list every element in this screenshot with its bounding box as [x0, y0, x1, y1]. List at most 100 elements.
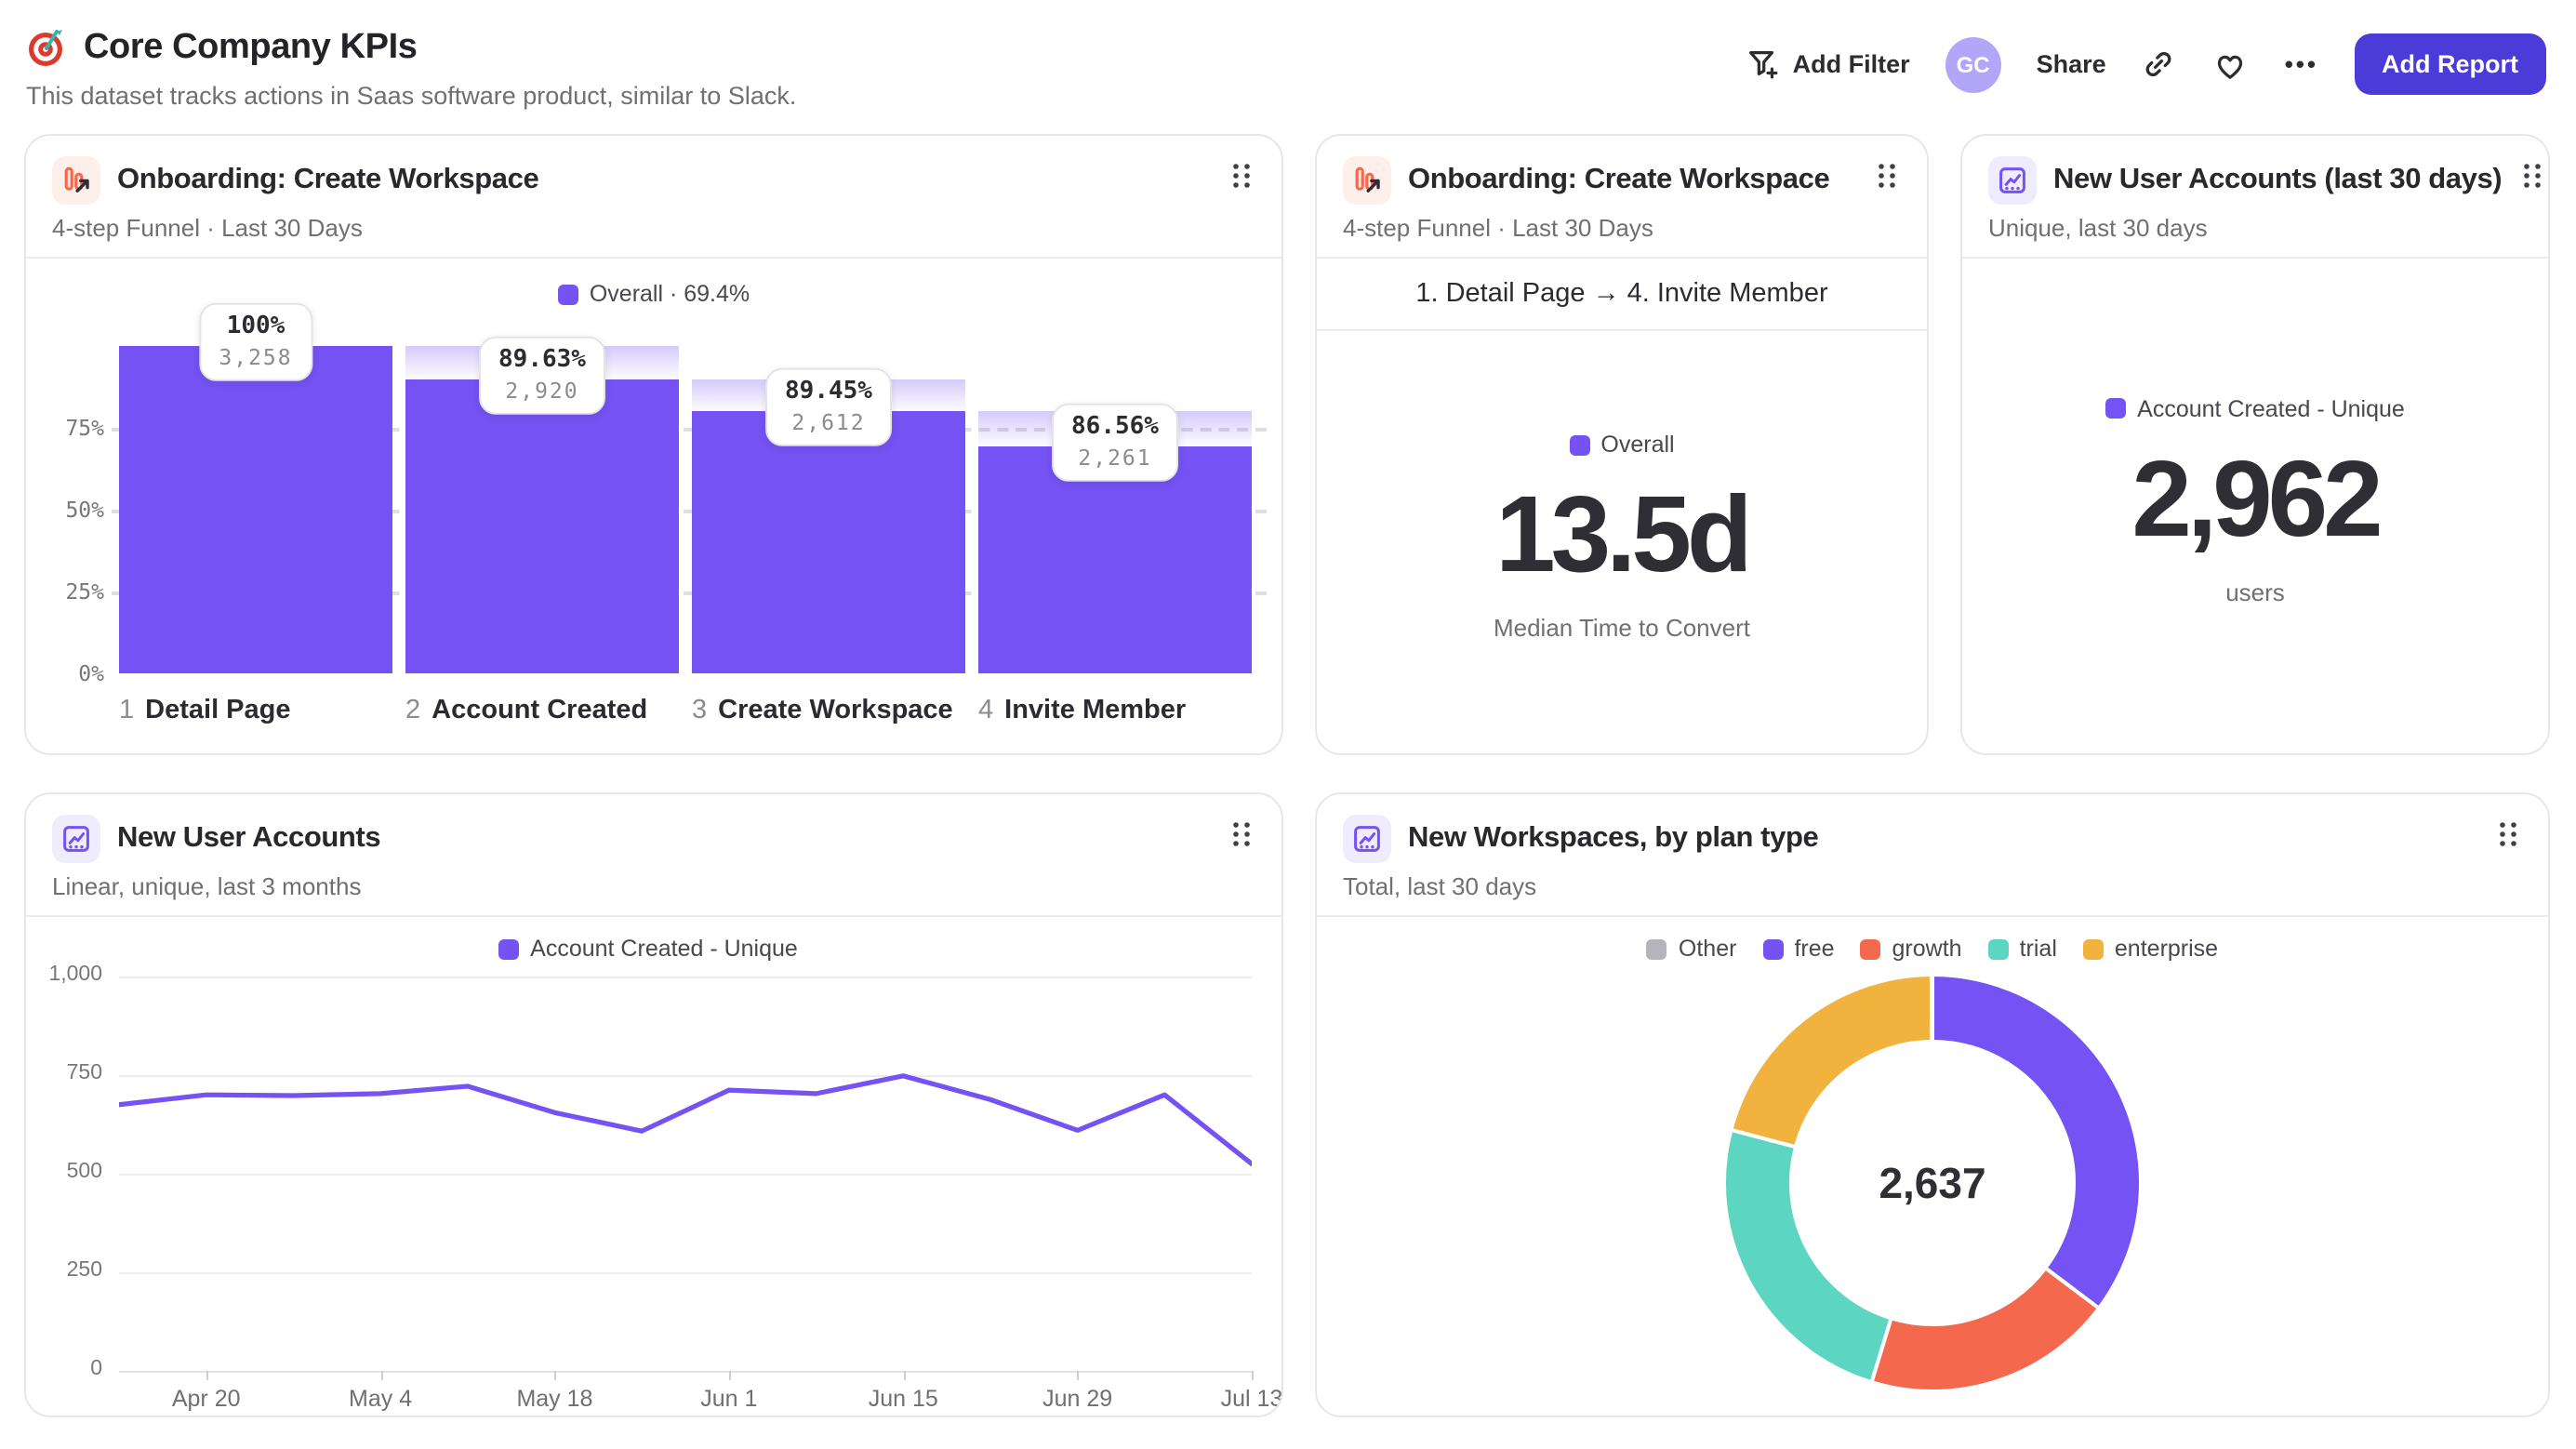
- card-head: New User Accounts Linear, unique, last 3…: [26, 794, 1281, 915]
- avatar[interactable]: GC: [1945, 36, 2001, 92]
- funnel-count: 3,258: [219, 343, 293, 370]
- filter-plus-icon: [1745, 47, 1780, 82]
- line-series[interactable]: [119, 977, 1252, 1371]
- legend-item-trial[interactable]: trial: [1987, 936, 2057, 962]
- line-chart-body: Account Created - Unique 1,000 750 500 250 0…: [26, 917, 1281, 1416]
- drag-handle-icon[interactable]: [1228, 158, 1255, 203]
- copy-link-button[interactable]: [2142, 47, 2177, 82]
- line-legend: Account Created - Unique: [45, 936, 1252, 962]
- report-board: Onboarding: Create Workspace 4-step Funn…: [0, 134, 2576, 1417]
- card-funnel: Onboarding: Create Workspace 4-step Funn…: [24, 134, 1283, 755]
- funnel-conversion-pct: 89.45%: [785, 377, 872, 405]
- legend-item-overall[interactable]: Overall: [1569, 432, 1675, 458]
- legend-item-growth[interactable]: growth: [1860, 936, 1962, 962]
- insights-chart-icon: [1343, 815, 1391, 863]
- metric-body: Account Created - Unique 2,962 users: [1962, 259, 2548, 753]
- card-title: New Workspaces, by plan type: [1408, 822, 1819, 854]
- funnel-step-number: 1: [119, 696, 135, 725]
- funnel-step-label: 4 Invite Member: [978, 696, 1252, 725]
- donut-legend: Other free growth trial enterprise: [1646, 936, 2219, 962]
- funnel-step-column[interactable]: 89.45% 2,612: [692, 346, 965, 673]
- legend-swatch: [1860, 938, 1881, 959]
- card-workspaces-plan: New Workspaces, by plan type Total, last…: [1315, 792, 2550, 1417]
- legend-label: growth: [1892, 936, 1962, 962]
- funnel-y-tick-label: 50%: [65, 497, 104, 523]
- funnel-step-name: Invite Member: [1004, 696, 1187, 725]
- metric-body: Overall 13.5d Median Time to Convert: [1317, 331, 1927, 753]
- donut-slice-free[interactable]: [1931, 973, 2143, 1310]
- card-title: New User Accounts (last 30 days): [2053, 164, 2503, 195]
- app-root: Core Company KPIs This dataset tracks ac…: [0, 0, 2576, 1449]
- line-x-tick-label: Jun 29: [1042, 1386, 1113, 1412]
- card-head: New User Accounts (last 30 days) Unique,…: [1962, 136, 2548, 257]
- donut-slice-enterprise[interactable]: [1729, 973, 1934, 1150]
- donut-slice-trial[interactable]: [1722, 1127, 1893, 1385]
- line-x-tick-label: Jun 1: [700, 1386, 758, 1412]
- funnel-value-label: 100% 3,258: [198, 302, 313, 381]
- line-x-axis: Apr 20 May 4 May 18 Jun 1 Jun 15 Jun 29 Jul 13: [119, 1386, 1281, 1416]
- funnel-conversion-pct: 100%: [226, 312, 285, 340]
- drag-handle-icon[interactable]: [1228, 817, 1255, 861]
- legend-item-overall[interactable]: Overall · 69.4%: [557, 281, 750, 307]
- card-title: New User Accounts: [117, 822, 381, 854]
- legend-item-account-created[interactable]: Account Created - Unique: [2105, 395, 2405, 421]
- card-subtitle: Total, last 30 days: [1343, 872, 1537, 900]
- legend-item-account-created[interactable]: Account Created - Unique: [498, 936, 798, 962]
- drag-handle-icon[interactable]: [2494, 817, 2522, 861]
- line-axis-tick: [903, 1371, 906, 1380]
- card-subtitle: Linear, unique, last 3 months: [52, 872, 362, 900]
- metric-value: 13.5d: [1495, 474, 1753, 595]
- drag-handle-icon[interactable]: [1873, 158, 1901, 203]
- add-report-button[interactable]: Add Report: [2354, 33, 2546, 95]
- funnel-value-label: 86.56% 2,261: [1051, 403, 1179, 482]
- funnel-step-column[interactable]: 89.63% 2,920: [405, 337, 679, 673]
- funnel-chart[interactable]: 75% 50% 25% 0% 100% 3,258 89.63% 2,920 89.45% 2,…: [56, 302, 1267, 686]
- donut-slice-growth[interactable]: [1869, 1266, 2101, 1393]
- target-icon: [26, 28, 67, 69]
- page-header: Core Company KPIs This dataset tracks ac…: [0, 0, 2576, 110]
- legend-item-free[interactable]: free: [1762, 936, 1835, 962]
- line-y-axis: 1,000 750 500 250 0: [45, 964, 119, 1380]
- funnel-count: 2,612: [791, 408, 866, 435]
- funnel-y-tick-label: 0%: [78, 660, 104, 686]
- insights-chart-icon: [1988, 156, 2037, 205]
- legend-item-enterprise[interactable]: enterprise: [2082, 936, 2219, 962]
- funnel-xlabels: 1 Detail Page 2 Account Created 3 Create Work…: [119, 696, 1252, 725]
- legend-label: enterprise: [2114, 936, 2219, 962]
- donut-chart[interactable]: 2,637: [1717, 967, 2148, 1399]
- legend-item-other[interactable]: Other: [1646, 936, 1736, 962]
- line-x-tick-label: May 4: [349, 1386, 413, 1412]
- funnel-bar[interactable]: [405, 379, 679, 673]
- funnel-bar[interactable]: [119, 346, 392, 673]
- card-head: New Workspaces, by plan type Total, last…: [1317, 794, 2548, 915]
- favorite-button[interactable]: [2212, 46, 2250, 83]
- funnel-step-column[interactable]: 86.56% 2,261: [978, 346, 1252, 673]
- funnel-step-number: 2: [405, 696, 421, 725]
- funnel-step-label: 3 Create Workspace: [692, 696, 965, 725]
- funnel-chart-icon: [1343, 156, 1391, 205]
- card-median-time: Onboarding: Create Workspace 4-step Funn…: [1315, 134, 1929, 755]
- legend-label: trial: [2019, 936, 2057, 962]
- share-button[interactable]: Share: [2037, 50, 2106, 78]
- add-filter-button[interactable]: Add Filter: [1745, 47, 1910, 82]
- line-chart[interactable]: 1,000 750 500 250 0: [45, 964, 1254, 1380]
- funnel-bar[interactable]: [692, 410, 965, 673]
- line-axis-tick: [380, 1371, 383, 1380]
- funnel-plot: 100% 3,258 89.63% 2,920 89.45% 2,612 86.56% 2,2…: [112, 302, 1267, 673]
- funnel-step-column[interactable]: 100% 3,258: [119, 302, 392, 673]
- line-plot: [119, 977, 1254, 1380]
- line-gridline: [119, 1371, 1252, 1373]
- funnel-step-number: 3: [692, 696, 708, 725]
- funnel-y-tick-label: 75%: [65, 415, 104, 441]
- line-x-tick-label: Jul 13: [1220, 1386, 1283, 1412]
- legend-swatch: [1987, 938, 2009, 959]
- metric-value: 2,962: [2131, 438, 2383, 559]
- insights-chart-icon: [52, 815, 100, 863]
- funnel-step-name: Detail Page: [145, 696, 291, 725]
- drag-handle-icon[interactable]: [2518, 158, 2546, 203]
- card-accounts-trend: New User Accounts Linear, unique, last 3…: [24, 792, 1283, 1417]
- donut-svg: [1722, 972, 2143, 1393]
- more-menu-button[interactable]: •••: [2285, 50, 2318, 78]
- line-axis-tick: [1252, 1371, 1254, 1380]
- funnel-step-name: Account Created: [432, 696, 648, 725]
